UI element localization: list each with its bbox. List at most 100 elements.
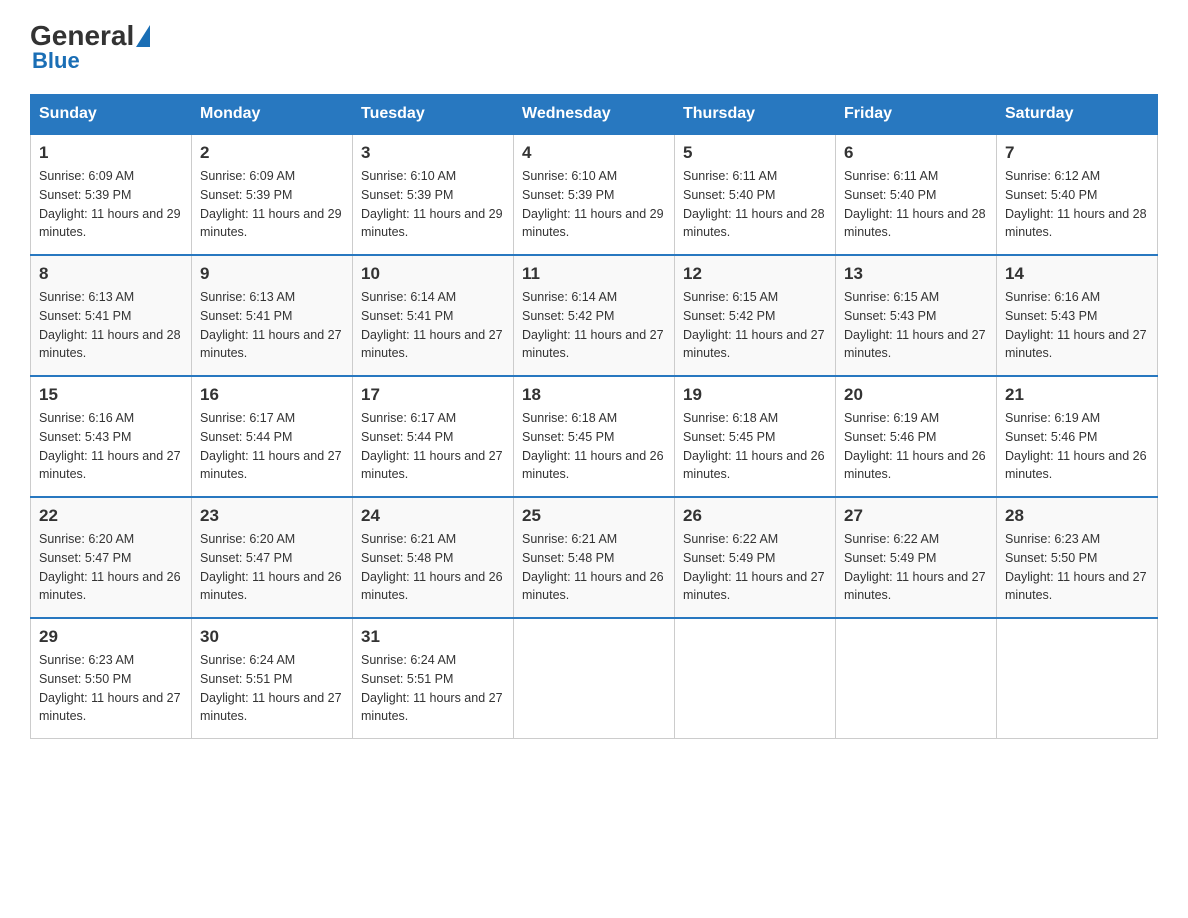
calendar-cell: 26 Sunrise: 6:22 AM Sunset: 5:49 PM Dayl… — [675, 497, 836, 618]
day-info: Sunrise: 6:14 AM Sunset: 5:42 PM Dayligh… — [522, 288, 666, 363]
day-info: Sunrise: 6:18 AM Sunset: 5:45 PM Dayligh… — [683, 409, 827, 484]
week-row-1: 1 Sunrise: 6:09 AM Sunset: 5:39 PM Dayli… — [31, 134, 1158, 255]
day-info: Sunrise: 6:17 AM Sunset: 5:44 PM Dayligh… — [361, 409, 505, 484]
day-info: Sunrise: 6:15 AM Sunset: 5:43 PM Dayligh… — [844, 288, 988, 363]
calendar-cell: 24 Sunrise: 6:21 AM Sunset: 5:48 PM Dayl… — [353, 497, 514, 618]
calendar-cell: 29 Sunrise: 6:23 AM Sunset: 5:50 PM Dayl… — [31, 618, 192, 739]
calendar-cell: 14 Sunrise: 6:16 AM Sunset: 5:43 PM Dayl… — [997, 255, 1158, 376]
day-number: 25 — [522, 506, 666, 526]
calendar-cell: 6 Sunrise: 6:11 AM Sunset: 5:40 PM Dayli… — [836, 134, 997, 255]
day-number: 18 — [522, 385, 666, 405]
day-number: 4 — [522, 143, 666, 163]
day-info: Sunrise: 6:20 AM Sunset: 5:47 PM Dayligh… — [39, 530, 183, 605]
day-number: 10 — [361, 264, 505, 284]
day-number: 14 — [1005, 264, 1149, 284]
calendar-cell — [514, 618, 675, 739]
day-number: 31 — [361, 627, 505, 647]
calendar-cell: 19 Sunrise: 6:18 AM Sunset: 5:45 PM Dayl… — [675, 376, 836, 497]
calendar-cell: 10 Sunrise: 6:14 AM Sunset: 5:41 PM Dayl… — [353, 255, 514, 376]
day-info: Sunrise: 6:19 AM Sunset: 5:46 PM Dayligh… — [844, 409, 988, 484]
day-number: 12 — [683, 264, 827, 284]
day-info: Sunrise: 6:22 AM Sunset: 5:49 PM Dayligh… — [683, 530, 827, 605]
calendar-cell: 2 Sunrise: 6:09 AM Sunset: 5:39 PM Dayli… — [192, 134, 353, 255]
day-info: Sunrise: 6:20 AM Sunset: 5:47 PM Dayligh… — [200, 530, 344, 605]
day-number: 7 — [1005, 143, 1149, 163]
calendar-cell: 15 Sunrise: 6:16 AM Sunset: 5:43 PM Dayl… — [31, 376, 192, 497]
calendar-cell: 4 Sunrise: 6:10 AM Sunset: 5:39 PM Dayli… — [514, 134, 675, 255]
calendar-table: SundayMondayTuesdayWednesdayThursdayFrid… — [30, 94, 1158, 739]
day-number: 26 — [683, 506, 827, 526]
day-info: Sunrise: 6:09 AM Sunset: 5:39 PM Dayligh… — [39, 167, 183, 242]
day-number: 16 — [200, 385, 344, 405]
calendar-cell: 30 Sunrise: 6:24 AM Sunset: 5:51 PM Dayl… — [192, 618, 353, 739]
calendar-cell: 27 Sunrise: 6:22 AM Sunset: 5:49 PM Dayl… — [836, 497, 997, 618]
weekday-header-monday: Monday — [192, 95, 353, 135]
day-info: Sunrise: 6:09 AM Sunset: 5:39 PM Dayligh… — [200, 167, 344, 242]
logo-arrow-icon — [136, 25, 150, 47]
calendar-cell — [675, 618, 836, 739]
day-number: 3 — [361, 143, 505, 163]
day-number: 23 — [200, 506, 344, 526]
logo: General Blue — [30, 20, 152, 74]
day-number: 29 — [39, 627, 183, 647]
day-number: 9 — [200, 264, 344, 284]
week-row-4: 22 Sunrise: 6:20 AM Sunset: 5:47 PM Dayl… — [31, 497, 1158, 618]
day-number: 27 — [844, 506, 988, 526]
calendar-cell: 23 Sunrise: 6:20 AM Sunset: 5:47 PM Dayl… — [192, 497, 353, 618]
day-info: Sunrise: 6:10 AM Sunset: 5:39 PM Dayligh… — [522, 167, 666, 242]
day-info: Sunrise: 6:14 AM Sunset: 5:41 PM Dayligh… — [361, 288, 505, 363]
day-number: 15 — [39, 385, 183, 405]
calendar-cell: 21 Sunrise: 6:19 AM Sunset: 5:46 PM Dayl… — [997, 376, 1158, 497]
day-number: 19 — [683, 385, 827, 405]
calendar-cell: 17 Sunrise: 6:17 AM Sunset: 5:44 PM Dayl… — [353, 376, 514, 497]
day-info: Sunrise: 6:21 AM Sunset: 5:48 PM Dayligh… — [522, 530, 666, 605]
day-info: Sunrise: 6:23 AM Sunset: 5:50 PM Dayligh… — [39, 651, 183, 726]
weekday-header-saturday: Saturday — [997, 95, 1158, 135]
week-row-2: 8 Sunrise: 6:13 AM Sunset: 5:41 PM Dayli… — [31, 255, 1158, 376]
calendar-cell: 9 Sunrise: 6:13 AM Sunset: 5:41 PM Dayli… — [192, 255, 353, 376]
calendar-cell — [997, 618, 1158, 739]
day-info: Sunrise: 6:24 AM Sunset: 5:51 PM Dayligh… — [361, 651, 505, 726]
calendar-cell: 18 Sunrise: 6:18 AM Sunset: 5:45 PM Dayl… — [514, 376, 675, 497]
day-info: Sunrise: 6:17 AM Sunset: 5:44 PM Dayligh… — [200, 409, 344, 484]
calendar-cell: 11 Sunrise: 6:14 AM Sunset: 5:42 PM Dayl… — [514, 255, 675, 376]
day-info: Sunrise: 6:19 AM Sunset: 5:46 PM Dayligh… — [1005, 409, 1149, 484]
logo-blue-text: Blue — [30, 48, 80, 74]
day-info: Sunrise: 6:10 AM Sunset: 5:39 PM Dayligh… — [361, 167, 505, 242]
day-info: Sunrise: 6:16 AM Sunset: 5:43 PM Dayligh… — [1005, 288, 1149, 363]
calendar-cell: 16 Sunrise: 6:17 AM Sunset: 5:44 PM Dayl… — [192, 376, 353, 497]
day-info: Sunrise: 6:16 AM Sunset: 5:43 PM Dayligh… — [39, 409, 183, 484]
weekday-header-sunday: Sunday — [31, 95, 192, 135]
weekday-header-thursday: Thursday — [675, 95, 836, 135]
calendar-cell: 25 Sunrise: 6:21 AM Sunset: 5:48 PM Dayl… — [514, 497, 675, 618]
day-info: Sunrise: 6:24 AM Sunset: 5:51 PM Dayligh… — [200, 651, 344, 726]
calendar-cell: 8 Sunrise: 6:13 AM Sunset: 5:41 PM Dayli… — [31, 255, 192, 376]
calendar-cell: 3 Sunrise: 6:10 AM Sunset: 5:39 PM Dayli… — [353, 134, 514, 255]
day-number: 28 — [1005, 506, 1149, 526]
week-row-5: 29 Sunrise: 6:23 AM Sunset: 5:50 PM Dayl… — [31, 618, 1158, 739]
calendar-cell: 13 Sunrise: 6:15 AM Sunset: 5:43 PM Dayl… — [836, 255, 997, 376]
day-info: Sunrise: 6:18 AM Sunset: 5:45 PM Dayligh… — [522, 409, 666, 484]
day-number: 24 — [361, 506, 505, 526]
day-number: 11 — [522, 264, 666, 284]
day-info: Sunrise: 6:12 AM Sunset: 5:40 PM Dayligh… — [1005, 167, 1149, 242]
day-info: Sunrise: 6:13 AM Sunset: 5:41 PM Dayligh… — [39, 288, 183, 363]
day-info: Sunrise: 6:15 AM Sunset: 5:42 PM Dayligh… — [683, 288, 827, 363]
day-info: Sunrise: 6:13 AM Sunset: 5:41 PM Dayligh… — [200, 288, 344, 363]
day-info: Sunrise: 6:21 AM Sunset: 5:48 PM Dayligh… — [361, 530, 505, 605]
calendar-cell: 20 Sunrise: 6:19 AM Sunset: 5:46 PM Dayl… — [836, 376, 997, 497]
calendar-cell: 5 Sunrise: 6:11 AM Sunset: 5:40 PM Dayli… — [675, 134, 836, 255]
day-number: 6 — [844, 143, 988, 163]
weekday-header-friday: Friday — [836, 95, 997, 135]
calendar-cell: 12 Sunrise: 6:15 AM Sunset: 5:42 PM Dayl… — [675, 255, 836, 376]
day-number: 21 — [1005, 385, 1149, 405]
day-number: 2 — [200, 143, 344, 163]
week-row-3: 15 Sunrise: 6:16 AM Sunset: 5:43 PM Dayl… — [31, 376, 1158, 497]
page-header: General Blue — [30, 20, 1158, 74]
day-info: Sunrise: 6:11 AM Sunset: 5:40 PM Dayligh… — [683, 167, 827, 242]
day-number: 5 — [683, 143, 827, 163]
calendar-cell: 1 Sunrise: 6:09 AM Sunset: 5:39 PM Dayli… — [31, 134, 192, 255]
day-number: 20 — [844, 385, 988, 405]
calendar-cell: 7 Sunrise: 6:12 AM Sunset: 5:40 PM Dayli… — [997, 134, 1158, 255]
weekday-header-row: SundayMondayTuesdayWednesdayThursdayFrid… — [31, 95, 1158, 135]
